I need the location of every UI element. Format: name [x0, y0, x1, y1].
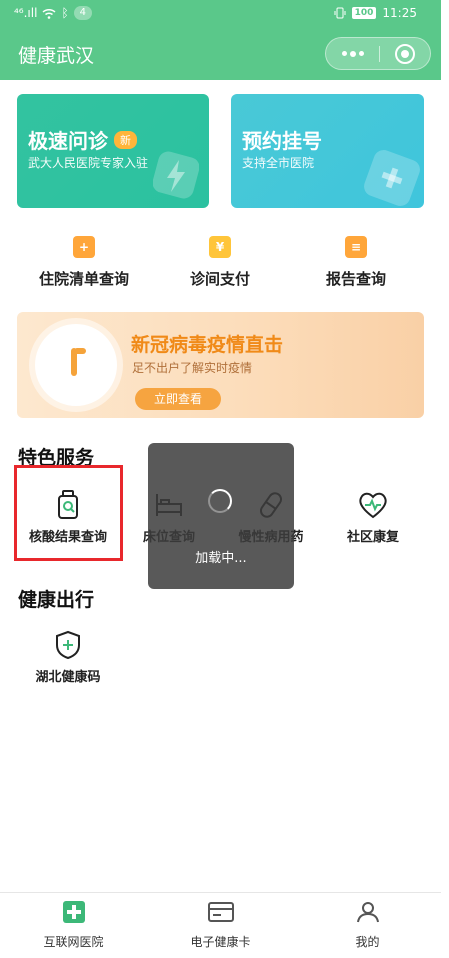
quick-consult-card[interactable]: 极速问诊 新 武大人民医院专家入驻	[17, 94, 209, 208]
plus-icon	[361, 147, 423, 208]
tab-label: 电子健康卡	[190, 935, 251, 949]
vibrate-icon	[334, 7, 346, 19]
loading-text: 加载中...	[195, 551, 247, 566]
quick-link-report[interactable]: ≡ 报告查询	[296, 236, 416, 289]
spinner-icon	[208, 489, 232, 513]
quick-link-payment[interactable]: ¥ 诊间支付	[160, 236, 280, 289]
close-mini-program-icon[interactable]	[395, 44, 415, 64]
battery-icon: 100	[351, 7, 377, 19]
more-icon[interactable]	[342, 50, 364, 57]
appointment-subtitle: 支持全市医院	[242, 156, 315, 170]
tab-internet-hospital[interactable]: 互联网医院	[0, 901, 147, 950]
wifi-icon	[42, 8, 56, 19]
notification-badge: 4	[73, 6, 93, 20]
quick-consult-label: 极速问诊	[28, 129, 108, 153]
quick-consult-title: 极速问诊 新	[28, 125, 137, 154]
loading-toast: 加载中...	[148, 443, 294, 589]
status-time: 11:25	[382, 6, 417, 20]
covid-banner[interactable]: 新冠病毒疫情直击 足不出户了解实时疫情 立即查看	[17, 312, 424, 418]
appointment-title: 预约挂号	[242, 129, 322, 153]
status-left: ⁴⁶.ıll ᛒ 4	[14, 6, 93, 20]
service-label: 社区康复	[346, 530, 399, 545]
heart-icon	[359, 492, 387, 519]
right-frame	[441, 0, 449, 958]
report-icon: ≡	[345, 236, 367, 258]
status-bar: ⁴⁶.ıll ᛒ 4 100 11:25	[0, 0, 441, 28]
nav-bar: 健康武汉	[0, 28, 441, 80]
tab-label: 互联网医院	[43, 935, 104, 949]
new-badge: 新	[114, 130, 137, 149]
quick-link-label: 住院清单查询	[38, 270, 129, 288]
status-right: 100 11:25	[334, 6, 417, 20]
card-icon	[207, 902, 234, 922]
view-now-button[interactable]: 立即查看	[135, 388, 221, 410]
highlight-box	[14, 465, 123, 561]
user-icon	[356, 902, 379, 923]
mini-program-capsule	[325, 37, 431, 70]
inpatient-bill-icon: +	[73, 236, 95, 258]
lightning-icon	[153, 151, 199, 199]
capsule-divider	[379, 46, 380, 62]
yuan-icon: ¥	[209, 236, 231, 258]
tab-mine[interactable]: 我的	[294, 901, 441, 950]
banner-subtitle: 足不出户了解实时疫情	[132, 361, 253, 375]
service-health-code[interactable]: 湖北健康码	[16, 630, 120, 685]
page-title: 健康武汉	[18, 45, 95, 67]
quick-link-label: 诊间支付	[189, 270, 250, 288]
shield-plus-icon	[56, 630, 80, 660]
app-root: ⁴⁶.ıll ᛒ 4 100 11:25 健康武汉 极速问诊 新 武大人民医院专…	[0, 0, 441, 958]
hospital-plus-icon	[62, 901, 85, 923]
health-travel-title: 健康出行	[18, 589, 95, 611]
tab-label: 我的	[355, 935, 380, 949]
clock-icon	[35, 324, 117, 406]
quick-link-inpatient-bill[interactable]: + 住院清单查询	[24, 236, 144, 289]
tab-health-card[interactable]: 电子健康卡	[147, 901, 294, 950]
service-label: 湖北健康码	[35, 670, 101, 685]
appointment-card[interactable]: 预约挂号 支持全市医院	[231, 94, 424, 208]
quick-consult-subtitle: 武大人民医院专家入驻	[28, 156, 149, 170]
tab-bar: 互联网医院 电子健康卡 我的	[0, 892, 441, 958]
banner-title: 新冠病毒疫情直击	[131, 334, 284, 356]
service-community-rehab[interactable]: 社区康复	[321, 490, 425, 545]
signal-icon: ⁴⁶.ıll	[14, 6, 38, 20]
bluetooth-icon: ᛒ	[61, 6, 69, 20]
quick-link-label: 报告查询	[325, 270, 386, 288]
